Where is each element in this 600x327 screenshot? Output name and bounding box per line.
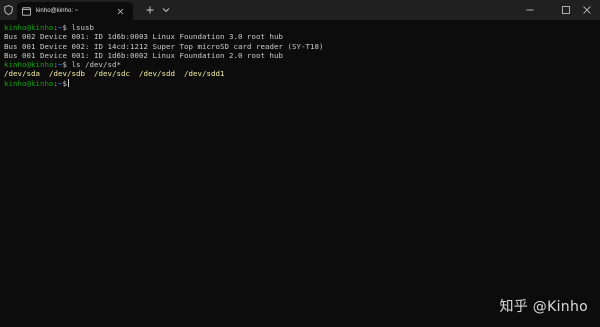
terminal-output[interactable]: kinho@kinho:~$ lsusb Bus 002 Device 001:… bbox=[4, 23, 596, 323]
device-entry: /dev/sdc bbox=[94, 69, 130, 79]
close-window-button[interactable] bbox=[574, 0, 600, 20]
device-entry: /dev/sdb bbox=[49, 69, 85, 79]
minimize-icon bbox=[526, 9, 534, 11]
prompt-user-host: kinho@kinho bbox=[4, 78, 54, 88]
minimize-button[interactable] bbox=[517, 0, 543, 20]
command-text: ls /dev/sd* bbox=[67, 60, 121, 70]
prompt-line: kinho@kinho:~$ lsusb bbox=[4, 23, 596, 32]
device-entry: /dev/sda bbox=[4, 69, 40, 79]
new-tab-button[interactable] bbox=[143, 0, 157, 20]
prompt-line: kinho@kinho:~$ bbox=[4, 78, 596, 88]
chevron-down-icon bbox=[162, 8, 170, 13]
maximize-icon bbox=[562, 6, 570, 14]
terminal-icon bbox=[22, 6, 31, 16]
text-cursor bbox=[68, 78, 69, 87]
tab-terminal[interactable]: kinho@kinho: ~ bbox=[17, 2, 133, 20]
prompt-user-host: kinho@kinho bbox=[4, 23, 54, 32]
tab-title: kinho@kinho: ~ bbox=[36, 8, 79, 14]
tab-dropdown-button[interactable] bbox=[160, 0, 172, 20]
plus-icon bbox=[146, 6, 154, 14]
output-line: Bus 002 Device 001: ID 1d6b:0003 Linux F… bbox=[4, 32, 283, 42]
command-text: lsusb bbox=[67, 23, 94, 32]
device-entry: /dev/sdd1 bbox=[184, 69, 225, 79]
device-entry: /dev/sdd bbox=[139, 69, 175, 79]
device-list-line: /dev/sda /dev/sdb /dev/sdc /dev/sdd /dev… bbox=[4, 69, 596, 78]
close-tab-icon[interactable] bbox=[115, 6, 125, 16]
watermark: 知乎 @Kinho bbox=[499, 299, 588, 315]
shield-icon[interactable] bbox=[0, 0, 17, 20]
title-bar: kinho@kinho: ~ bbox=[0, 0, 600, 20]
close-icon bbox=[583, 6, 591, 14]
prompt-symbol: $ bbox=[62, 78, 67, 88]
prompt-line: kinho@kinho:~$ ls /dev/sd* bbox=[4, 60, 596, 69]
output-line: Bus 001 Device 002: ID 14cd:1212 Super T… bbox=[4, 41, 324, 51]
prompt-user-host: kinho@kinho bbox=[4, 60, 54, 70]
output-line: Bus 001 Device 001: ID 1d6b:0002 Linux F… bbox=[4, 50, 283, 60]
